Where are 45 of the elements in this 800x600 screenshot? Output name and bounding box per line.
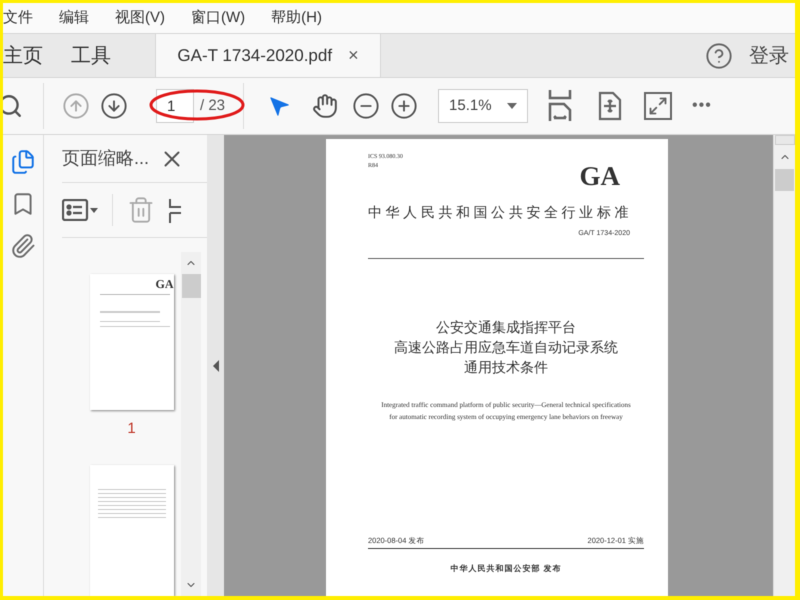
thumbnail-logo: GA bbox=[156, 278, 174, 290]
nav-tab[interactable]: 工具 bbox=[57, 34, 125, 77]
publisher: 中华人民共和国公安部 发布 bbox=[449, 562, 563, 575]
standard-heading: 中华人民共和国公共安全行业标准 bbox=[368, 203, 633, 222]
full-screen-icon[interactable] bbox=[644, 92, 672, 120]
document-title: 通用技术条件 bbox=[464, 358, 548, 376]
options-button[interactable] bbox=[62, 199, 98, 221]
more-button[interactable]: ••• bbox=[692, 94, 712, 118]
search-icon[interactable] bbox=[3, 93, 23, 119]
scrollbar[interactable] bbox=[773, 135, 795, 596]
menu-item[interactable]: 窗口(W) bbox=[191, 6, 246, 30]
split-handle[interactable] bbox=[774, 135, 794, 145]
document-title: 公安交通集成指挥平台 bbox=[436, 318, 576, 336]
menu-item[interactable]: 文件 bbox=[3, 6, 33, 30]
standard-logo: GA bbox=[580, 163, 620, 190]
panel-title: 页面缩略... bbox=[62, 147, 150, 170]
tab-close-button[interactable]: × bbox=[348, 42, 359, 69]
fit-page-icon[interactable] bbox=[598, 91, 622, 121]
caret-icon bbox=[90, 208, 98, 212]
scrollbar[interactable] bbox=[181, 252, 201, 596]
nav-tab[interactable]: 主页 bbox=[3, 34, 57, 77]
page-number: 1 bbox=[127, 419, 136, 439]
menu-item[interactable]: 帮助(H) bbox=[271, 6, 322, 30]
pages-icon[interactable] bbox=[10, 149, 36, 175]
zoom-in-button[interactable] bbox=[390, 92, 418, 120]
scrollbar-thumb[interactable] bbox=[182, 274, 200, 298]
document-tab[interactable]: GA-T 1734-2020.pdf × bbox=[155, 34, 381, 77]
help-icon[interactable] bbox=[705, 42, 733, 70]
page-thumbnail[interactable]: GA bbox=[90, 274, 174, 410]
login-button[interactable]: 登录 bbox=[749, 40, 789, 70]
zoom-out-button[interactable] bbox=[352, 92, 380, 120]
zoom-dropdown[interactable]: 15.1% bbox=[438, 89, 528, 123]
hand-icon bbox=[312, 93, 338, 119]
next-page-button[interactable] bbox=[100, 92, 128, 120]
menu-item[interactable]: 视图(V) bbox=[115, 6, 165, 30]
paperclip-icon[interactable] bbox=[10, 233, 36, 259]
panel-collapse-handle[interactable] bbox=[207, 135, 224, 596]
page-count: / 23 bbox=[200, 96, 226, 116]
page-thumbnail[interactable] bbox=[90, 464, 174, 596]
fit-width-icon[interactable] bbox=[548, 90, 572, 122]
dropdown-caret-icon bbox=[507, 103, 518, 109]
scrollbar-thumb[interactable] bbox=[775, 169, 794, 191]
document-title: 高速公路占用应急车道自动记录系统 bbox=[394, 338, 618, 356]
menu-item[interactable]: 编辑 bbox=[59, 6, 89, 30]
tab-title: GA-T 1734-2020.pdf bbox=[177, 44, 332, 67]
